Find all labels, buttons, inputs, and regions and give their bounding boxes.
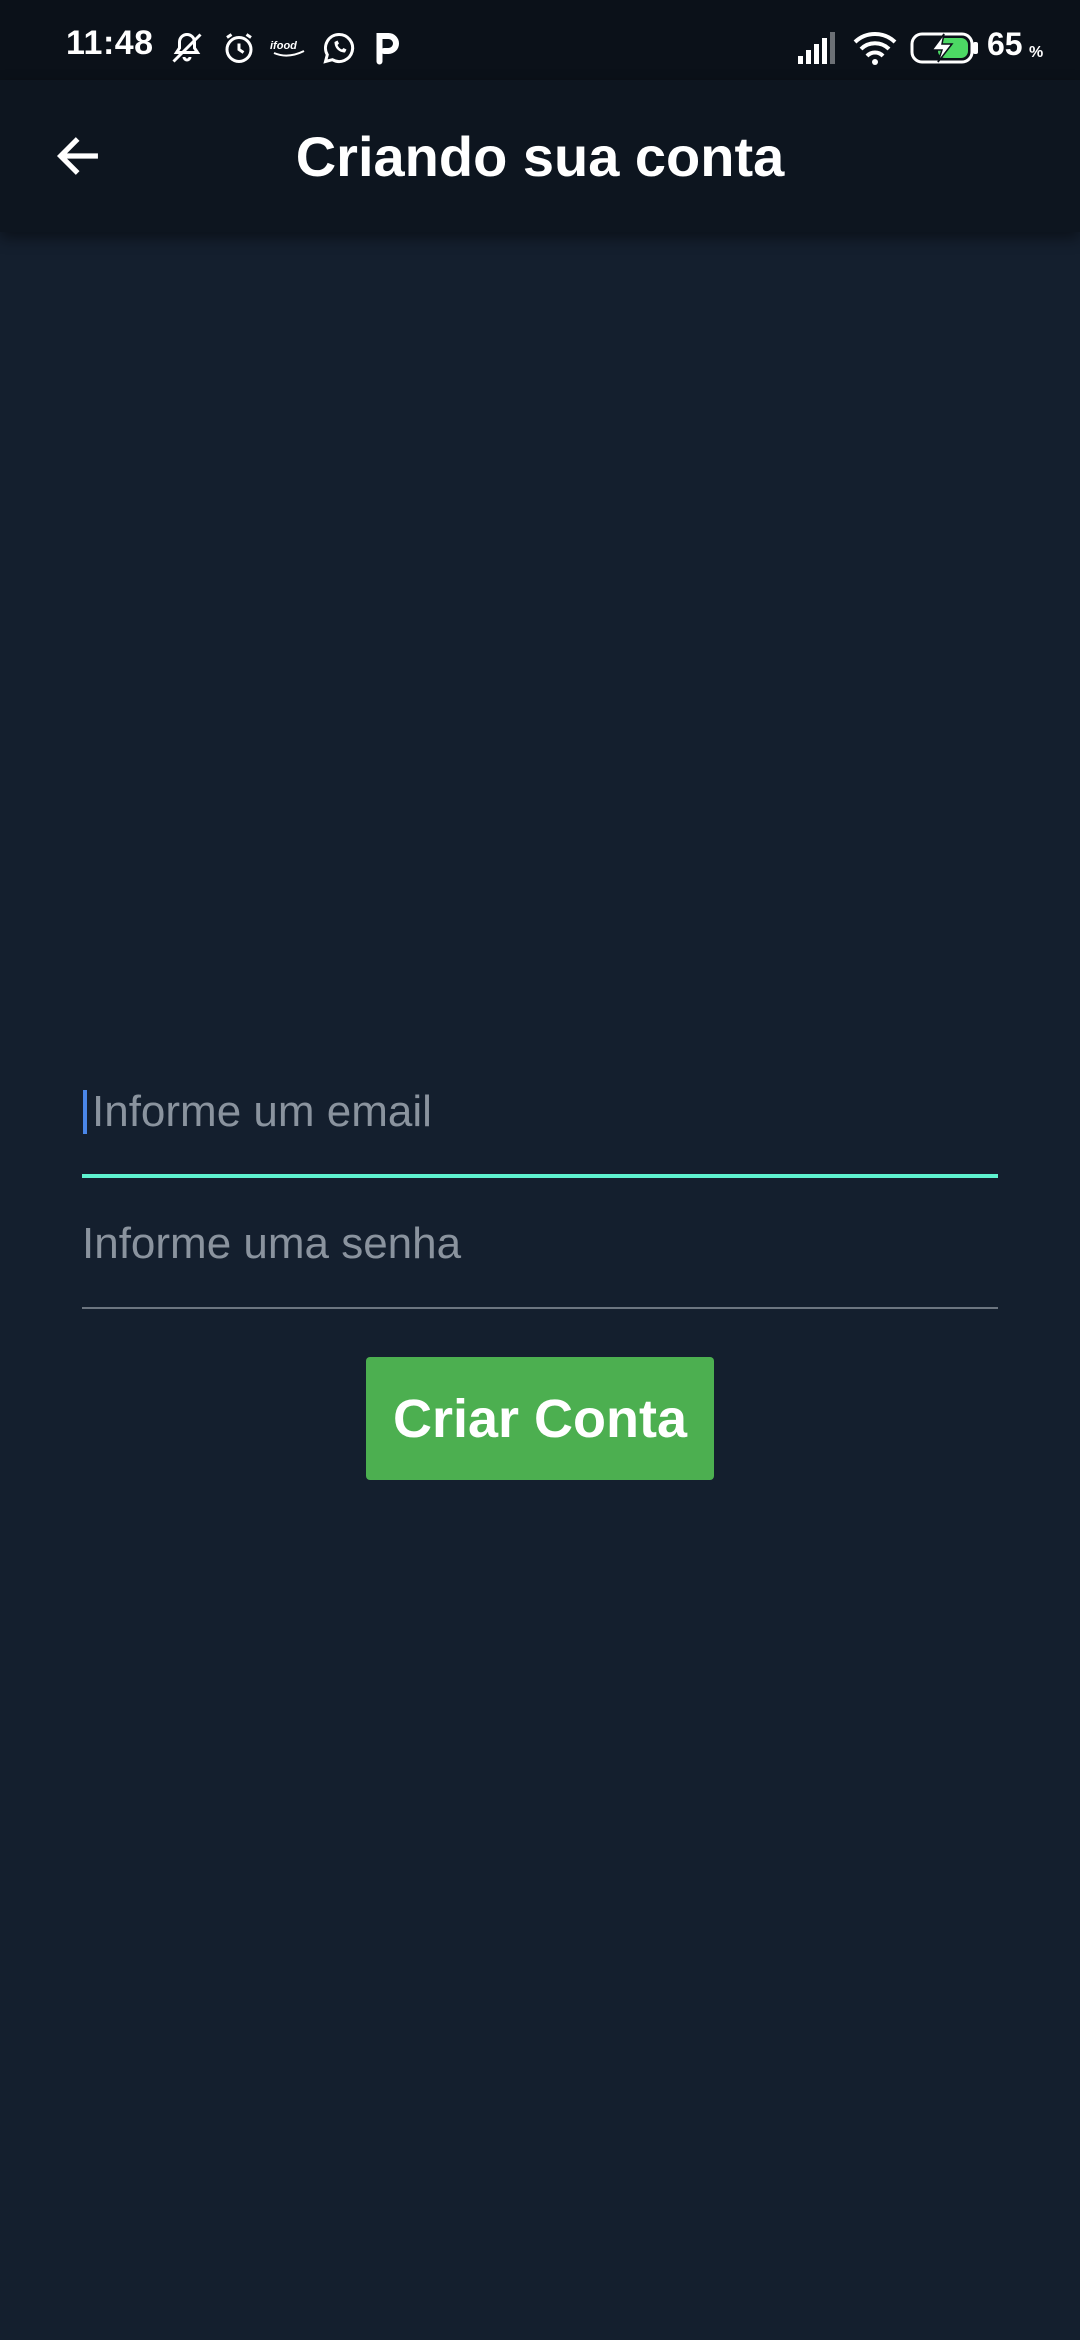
status-time: 11:48 [66, 24, 154, 62]
battery-level: 65 [987, 26, 1023, 62]
notifications-muted-icon [172, 32, 202, 63]
page-title: Criando sua conta [295, 125, 785, 188]
app-bar: Criando sua conta [0, 80, 1080, 232]
signal-icon [798, 32, 835, 64]
text-cursor [83, 1090, 87, 1134]
email-field[interactable] [82, 1072, 998, 1152]
whatsapp-icon [323, 32, 355, 64]
ifood-icon: ifood [270, 40, 305, 57]
create-account-button[interactable]: Criar Conta [366, 1357, 714, 1480]
parking-icon [376, 33, 399, 65]
wifi-icon [853, 32, 897, 65]
battery-unit: % [1029, 44, 1044, 61]
email-field-container [82, 1072, 998, 1178]
password-field-container [82, 1204, 998, 1309]
alarm-icon [225, 33, 253, 63]
status-bar: 11:48 ifood 65 % [0, 0, 1080, 80]
password-field[interactable] [82, 1204, 998, 1284]
email-field-underline [82, 1174, 998, 1178]
password-field-underline [82, 1307, 998, 1309]
svg-text:ifood: ifood [270, 40, 297, 52]
battery-charging-icon [910, 32, 978, 64]
